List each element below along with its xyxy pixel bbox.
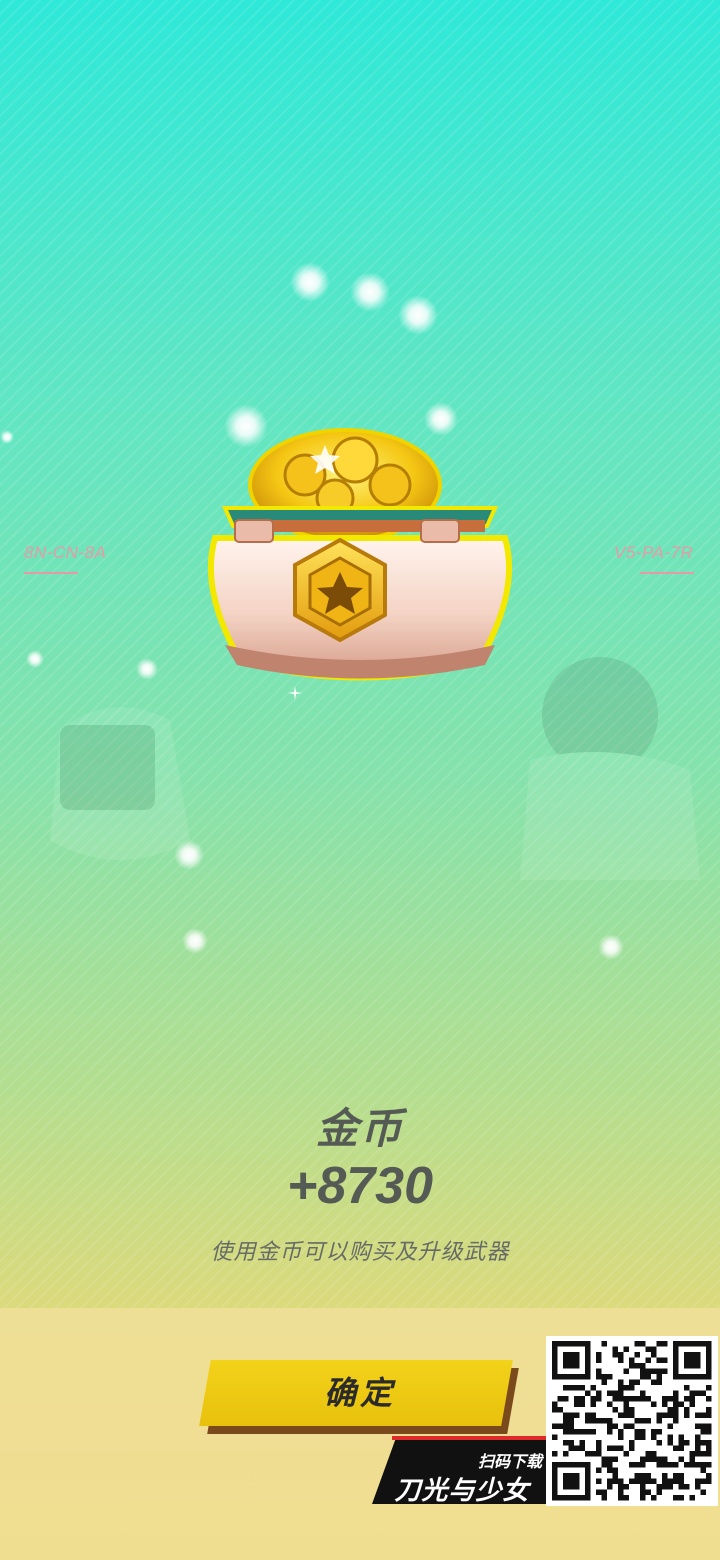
promo-game-name: 刀光与少女 [394, 1475, 530, 1505]
qr-code-icon [546, 1336, 718, 1506]
right-player-code: V5-PA-7R [614, 543, 694, 562]
download-promo-badge: 扫码下载 刀光与少女 [372, 1436, 548, 1505]
confirm-button-label: 确定 [323, 1375, 396, 1411]
sparkle [0, 430, 14, 444]
sparkle [136, 658, 158, 680]
sparkle [350, 272, 390, 312]
promo-accent-line [392, 1436, 548, 1440]
reward-description: 使用金币可以购买及升级武器 [210, 1239, 510, 1264]
left-code-underline [24, 572, 78, 574]
sparkle [398, 295, 438, 335]
sparkle [174, 840, 204, 870]
left-player-code: 8N-CN-8A [24, 543, 107, 562]
gold-pot-icon [207, 428, 513, 681]
reward-title: 金币 [315, 1105, 404, 1152]
sparkle [290, 262, 330, 302]
confirm-button[interactable]: 确定 [199, 1360, 519, 1434]
qr-code [546, 1336, 718, 1506]
promo-scan-text: 扫码下载 [477, 1454, 542, 1471]
right-code-underline [640, 572, 694, 574]
sparkle [182, 928, 208, 954]
star-sparkle-icon [288, 686, 302, 700]
reward-amount: +8730 [286, 1157, 434, 1215]
character-silhouette-right [520, 657, 700, 880]
sparkle [598, 934, 624, 960]
sparkle [26, 650, 44, 668]
